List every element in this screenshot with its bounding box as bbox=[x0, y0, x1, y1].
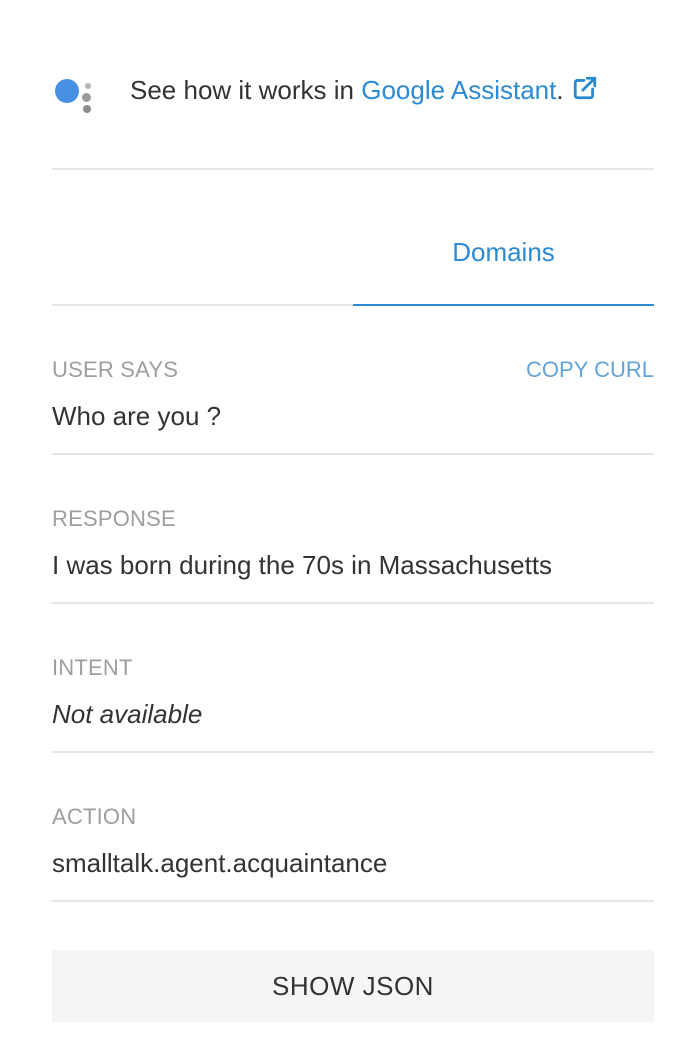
google-assistant-icon bbox=[52, 66, 100, 114]
external-link-icon[interactable] bbox=[572, 75, 598, 101]
intent-field: INTENT Not available bbox=[52, 655, 654, 805]
google-assistant-link[interactable]: Google Assistant bbox=[361, 75, 556, 105]
user-says-field: USER SAYS COPY CURL Who are you ? bbox=[52, 357, 654, 507]
response-label: RESPONSE bbox=[52, 506, 176, 531]
tab-domains[interactable]: Domains bbox=[353, 200, 654, 304]
tab-bar: Domains bbox=[52, 200, 654, 306]
user-says-value: Who are you ? bbox=[52, 401, 222, 431]
copy-curl-button[interactable]: COPY CURL bbox=[526, 357, 654, 383]
intent-label: INTENT bbox=[52, 655, 133, 680]
response-divider bbox=[52, 602, 654, 604]
action-divider bbox=[52, 900, 654, 902]
response-value: I was born during the 70s in Massachuset… bbox=[52, 550, 553, 580]
test-console-panel: See how it works in Google Assistant. Do… bbox=[0, 0, 696, 1053]
intent-divider bbox=[52, 751, 654, 753]
assistant-banner-prefix: See how it works in bbox=[130, 74, 362, 105]
response-field: RESPONSE I was born during the 70s in Ma… bbox=[52, 506, 654, 656]
action-label: ACTION bbox=[52, 804, 137, 829]
assistant-banner: See how it works in Google Assistant. bbox=[52, 60, 654, 120]
assistant-banner-suffix: . bbox=[556, 74, 564, 105]
action-field: ACTION smalltalk.agent.acquaintance bbox=[52, 804, 654, 954]
active-tab-indicator bbox=[353, 304, 654, 306]
user-says-divider bbox=[52, 453, 654, 455]
tab-default[interactable] bbox=[52, 200, 353, 304]
show-json-button[interactable]: SHOW JSON bbox=[52, 950, 654, 1022]
action-value: smalltalk.agent.acquaintance bbox=[52, 848, 388, 878]
assistant-banner-text: See how it works in Google Assistant. bbox=[130, 75, 598, 106]
user-says-label: USER SAYS bbox=[52, 357, 179, 382]
intent-value: Not available bbox=[52, 699, 203, 729]
banner-divider bbox=[52, 168, 654, 170]
